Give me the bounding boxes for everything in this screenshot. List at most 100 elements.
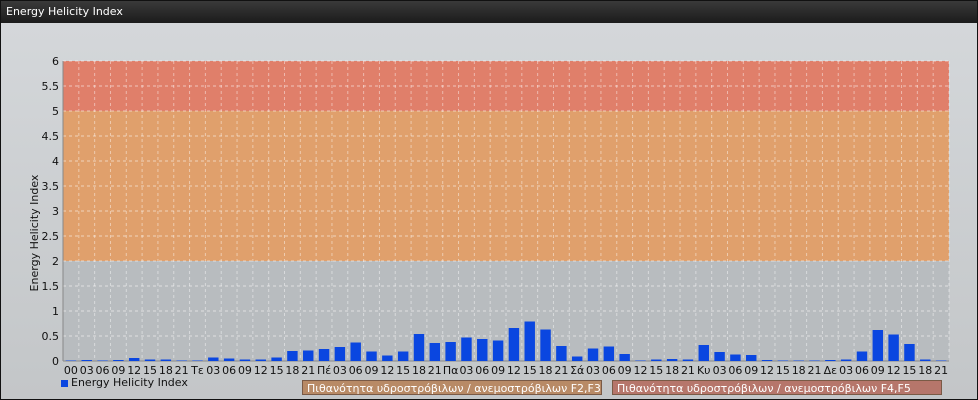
x-tick-label: 03 <box>206 364 220 377</box>
x-tick-label: 15 <box>523 364 537 377</box>
y-tick-label: 6 <box>52 55 59 68</box>
x-tick-label: 06 <box>349 364 363 377</box>
bar <box>872 330 884 361</box>
bar <box>840 359 852 361</box>
x-tick-label: 21 <box>554 364 568 377</box>
bar <box>730 354 741 361</box>
x-tick-label: 12 <box>380 364 394 377</box>
bar <box>350 342 361 361</box>
x-tick-label: Πέ <box>317 364 331 377</box>
x-tick-label: 06 <box>222 364 236 377</box>
bar <box>160 359 172 361</box>
bar <box>809 360 820 361</box>
x-tick-label: 09 <box>618 364 632 377</box>
x-tick-label: 15 <box>902 364 916 377</box>
y-tick-label: 0 <box>52 355 59 368</box>
x-tick-label: 03 <box>333 364 347 377</box>
y-tick-label: 3.5 <box>42 180 60 193</box>
legend-series-item[interactable]: Energy Helicity Index <box>61 376 188 389</box>
x-tick-label: 18 <box>539 364 553 377</box>
x-tick-label: 15 <box>776 364 790 377</box>
bar <box>128 358 140 361</box>
x-tick-label: 03 <box>839 364 853 377</box>
y-tick-label: 0.5 <box>42 330 60 343</box>
bar <box>571 356 583 361</box>
bar <box>445 342 456 361</box>
bar <box>524 321 535 361</box>
bar <box>556 346 567 361</box>
bar <box>303 350 314 361</box>
x-tick-label: Πα <box>443 364 459 377</box>
bar <box>920 359 931 361</box>
x-tick-label: 09 <box>744 364 758 377</box>
bar <box>287 351 298 361</box>
x-tick-label: 15 <box>270 364 284 377</box>
bar <box>271 357 282 361</box>
x-tick-label: Δε <box>824 364 838 377</box>
x-tick-label: 15 <box>396 364 410 377</box>
x-tick-label: 18 <box>792 364 806 377</box>
y-tick-label: 5.5 <box>42 80 60 93</box>
bar <box>666 359 678 361</box>
bar <box>619 354 630 361</box>
legend-series-label: Energy Helicity Index <box>71 376 188 389</box>
x-tick-label: 03 <box>459 364 473 377</box>
x-tick-label: 21 <box>681 364 695 377</box>
bar <box>603 346 615 361</box>
x-tick-label: 09 <box>365 364 379 377</box>
bar <box>97 360 108 361</box>
bar <box>651 359 662 361</box>
bar <box>714 352 725 361</box>
bar <box>176 360 187 361</box>
y-axis-label: Energy Helicity Index <box>28 174 41 291</box>
x-tick-label: 03 <box>713 364 727 377</box>
bar <box>682 359 694 361</box>
bar <box>856 351 868 361</box>
y-tick-label: 4 <box>52 155 59 168</box>
bar <box>334 347 346 361</box>
x-tick-label: 09 <box>238 364 252 377</box>
bar <box>192 360 203 361</box>
x-axis-ticks: 00 03 06 09 12 15 18 21 Τε 03 06 09 12 15 18 21 Πέ 03 06 09… <box>64 364 948 377</box>
y-tick-label: 2 <box>52 255 59 268</box>
bar <box>239 359 251 361</box>
x-tick-label: 18 <box>285 364 299 377</box>
x-tick-label: Κυ <box>697 364 711 377</box>
x-tick-label: 12 <box>760 364 774 377</box>
bar <box>746 355 757 361</box>
bar <box>477 339 488 361</box>
x-tick-label: Τε <box>190 364 204 377</box>
bar <box>223 358 235 361</box>
x-tick-label: 21 <box>808 364 822 377</box>
legend-band-f2f3[interactable]: Πιθανότητα υδροστρόβιλων / ανεμοστρόβιλω… <box>302 380 602 395</box>
x-tick-label: 18 <box>665 364 679 377</box>
bar <box>492 340 504 361</box>
chart-plot: 00.511.522.533.544.555.56 00 03 06 09 12 15 18… <box>28 55 950 377</box>
legend-band-f4f5[interactable]: Πιθανότητα υδροστρόβιλων / ανεμοστρόβιλω… <box>612 380 942 395</box>
bar <box>698 345 709 361</box>
chart-window: Energy Helicity Index 0 0.5 1 1.5 2 2.5 3 3.5 4 4… <box>0 0 978 400</box>
x-tick-label: 21 <box>934 364 948 377</box>
x-tick-label: 18 <box>412 364 426 377</box>
y-tick-label: 2.5 <box>42 230 60 243</box>
x-tick-label: 09 <box>871 364 885 377</box>
bar <box>635 360 646 361</box>
bar <box>540 329 551 361</box>
bar <box>777 360 789 361</box>
x-tick-label: 12 <box>633 364 647 377</box>
bar <box>144 359 156 361</box>
bar <box>318 349 330 361</box>
bar <box>461 337 472 361</box>
bar <box>81 360 92 361</box>
y-tick-label: 4.5 <box>42 130 60 143</box>
x-tick-label: 12 <box>254 364 268 377</box>
x-tick-label: 09 <box>491 364 505 377</box>
bar <box>429 343 441 361</box>
bar <box>761 360 773 361</box>
y-axis-ticks: 0 0.5 1 1.5 2 2.5 3 3.5 4 4.5 5 5.5 6 <box>42 55 60 368</box>
x-tick-label: 21 <box>301 364 315 377</box>
bar <box>208 357 219 361</box>
x-tick-label: Σά <box>570 364 584 377</box>
x-tick-label: 18 <box>918 364 932 377</box>
bar <box>65 360 77 361</box>
